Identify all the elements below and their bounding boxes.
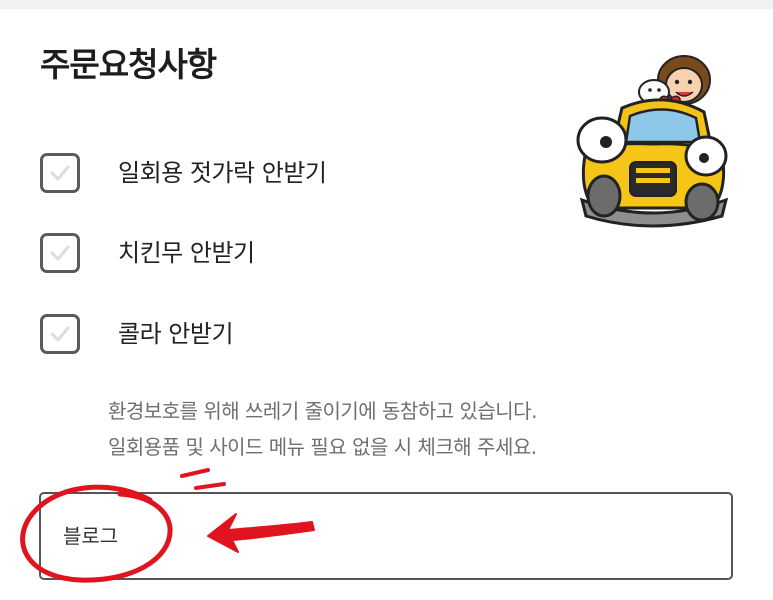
red-dash-annotation [180, 468, 210, 478]
eco-notice-line-2: 일회용품 및 사이드 메뉴 필요 없을 시 체크해 주세요. [108, 435, 537, 459]
option-label: 일회용 젓가락 안받기 [118, 159, 327, 187]
option-no-chopsticks[interactable]: 일회용 젓가락 안받기 [40, 153, 460, 203]
eco-notice: 환경보호를 위해 쓰레기 줄이기에 동참하고 있습니다. 일회용품 및 사이드 … [108, 393, 668, 465]
option-no-pickled-radish[interactable]: 치킨무 안받기 [40, 233, 460, 283]
option-no-cola[interactable]: 콜라 안받기 [40, 314, 460, 364]
checkbox-no-chopsticks[interactable] [40, 153, 80, 193]
checkmark-icon [50, 326, 70, 342]
section-title: 주문요청사항 [40, 45, 217, 84]
eco-notice-line-1: 환경보호를 위해 쓰레기 줄이기에 동참하고 있습니다. [108, 399, 537, 423]
request-input-value[interactable]: 블로그 [63, 522, 118, 550]
checkbox-no-cola[interactable] [40, 314, 80, 354]
checkbox-no-pickled-radish[interactable] [40, 233, 80, 273]
top-strip [0, 0, 773, 9]
taxi-mascot-icon [576, 55, 729, 228]
option-label: 콜라 안받기 [118, 320, 234, 348]
request-input[interactable]: 블로그 [39, 492, 733, 580]
checkmark-icon [50, 245, 70, 261]
option-label: 치킨무 안받기 [118, 239, 255, 267]
red-dash-annotation [194, 482, 226, 490]
checkmark-icon [50, 165, 70, 181]
